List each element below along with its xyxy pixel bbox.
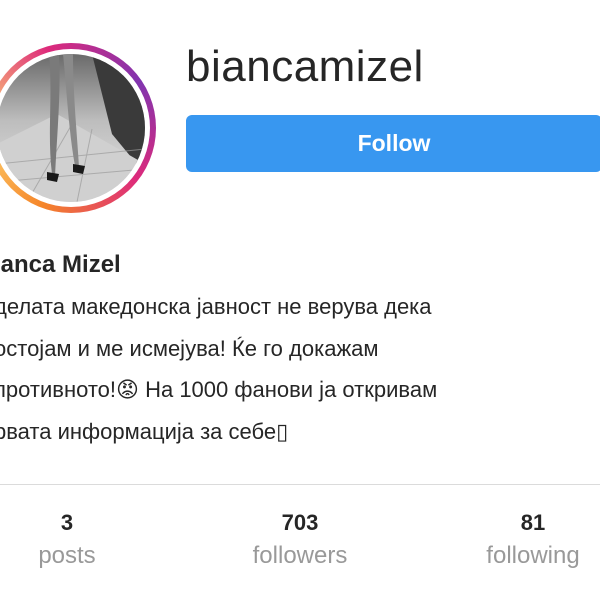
profile-photo <box>0 54 145 202</box>
stat-posts[interactable]: 3 posts <box>0 508 147 574</box>
avatar-story-ring[interactable] <box>0 43 156 213</box>
stat-posts-label: posts <box>38 542 96 569</box>
stat-followers-count: 703 <box>281 510 319 535</box>
avatar[interactable] <box>0 54 145 202</box>
profile-username: biancamizel <box>186 42 424 91</box>
divider <box>0 484 600 485</box>
follow-button[interactable]: Follow <box>186 115 600 172</box>
avatar-gap <box>0 49 150 207</box>
stat-following-count: 81 <box>520 510 546 535</box>
stat-posts-count: 3 <box>60 510 74 535</box>
stat-following[interactable]: 81 following <box>453 508 600 574</box>
stat-following-label: following <box>486 542 580 569</box>
stat-followers[interactable]: 703 followers <box>220 508 380 574</box>
profile-full-name: ianca Mizel <box>0 251 121 278</box>
profile-bio: делата македонска јавност не верува дека… <box>0 294 438 444</box>
stat-followers-label: followers <box>252 542 348 569</box>
